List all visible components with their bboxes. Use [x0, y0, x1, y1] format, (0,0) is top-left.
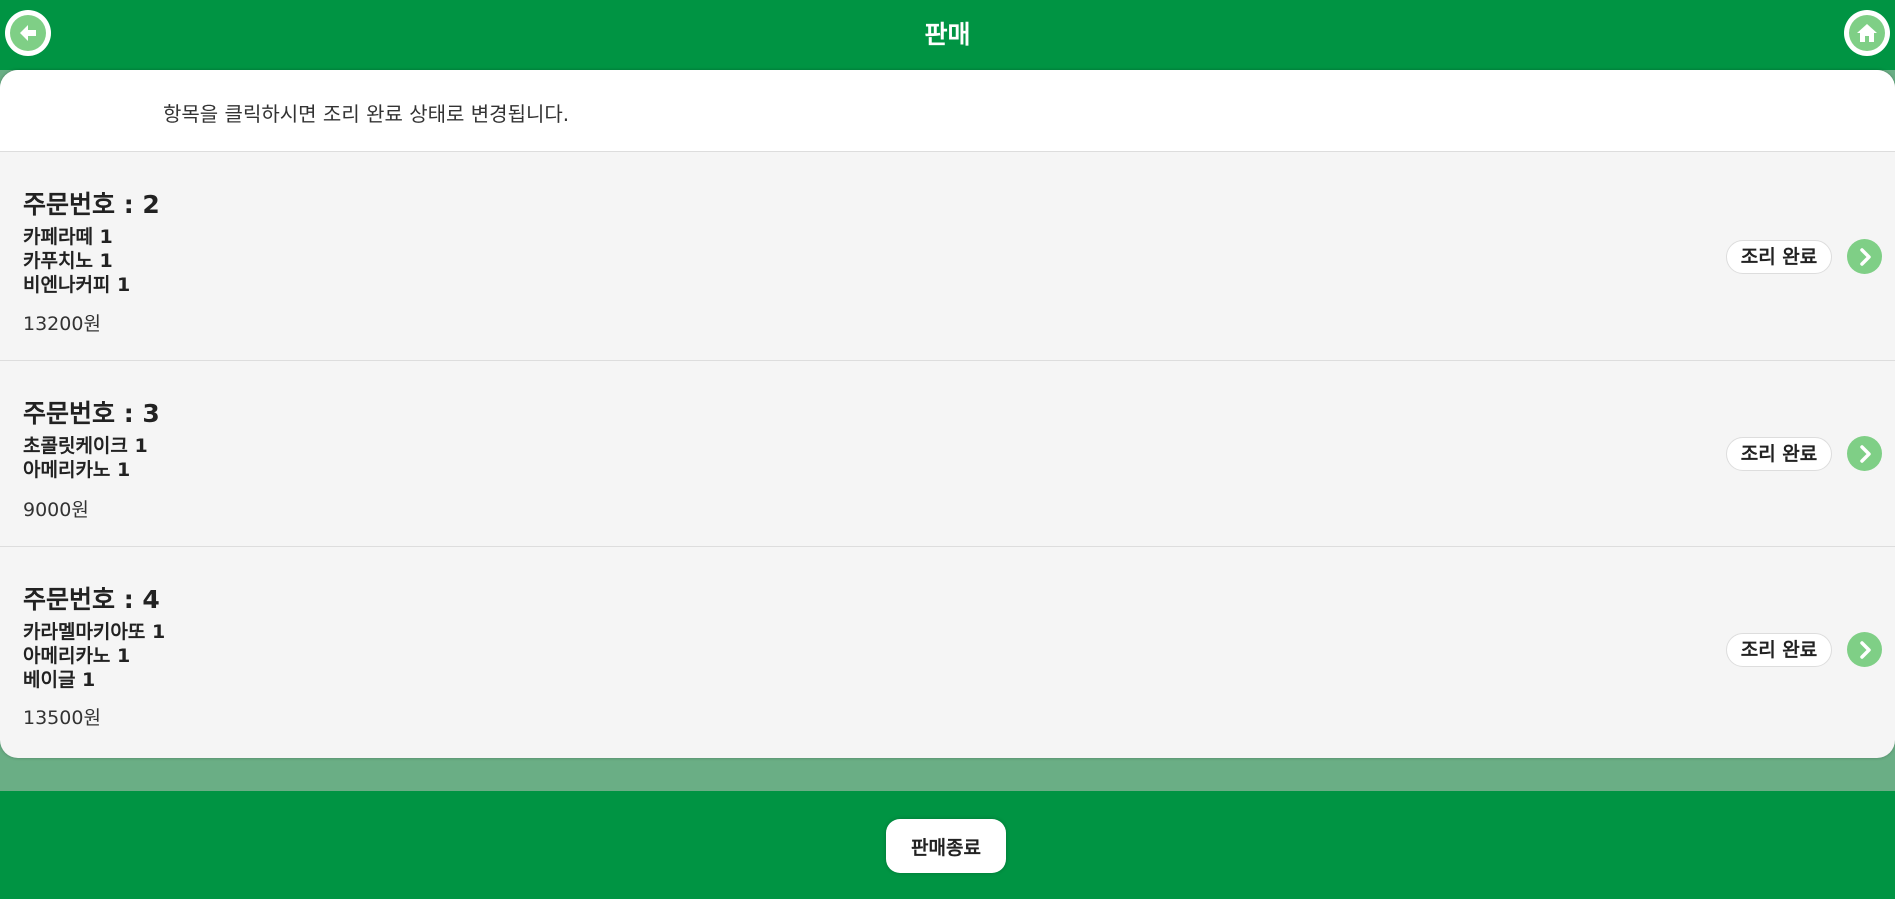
menu-item: 아메리카노 1	[23, 645, 131, 667]
order-panel: 항목을 클릭하시면 조리 완료 상태로 변경됩니다. 주문번호 : 2 카페라떼…	[0, 70, 1895, 758]
order-menu-list: 카페라떼 1 카푸치노 1 비엔나커피 1	[23, 225, 130, 297]
order-number: 주문번호 : 3	[23, 399, 160, 428]
status-badge: 조리 완료	[1726, 633, 1832, 667]
home-button[interactable]	[1844, 10, 1890, 56]
menu-item: 카푸치노 1	[23, 250, 113, 272]
menu-item: 초콜릿케이크 1	[23, 435, 148, 457]
page-title: 판매	[924, 20, 971, 49]
chevron-right-icon[interactable]	[1847, 632, 1882, 667]
order-price: 13500원	[23, 707, 101, 729]
order-menu-list: 초콜릿케이크 1 아메리카노 1	[23, 434, 148, 482]
order-item[interactable]: 주문번호 : 4 카라멜마키아또 1 아메리카노 1 베이글 1 13500원 …	[0, 547, 1895, 758]
menu-item: 아메리카노 1	[23, 459, 131, 481]
order-number: 주문번호 : 2	[23, 190, 160, 219]
chevron-right-icon[interactable]	[1847, 436, 1882, 471]
menu-item: 카라멜마키아또 1	[23, 621, 166, 643]
order-price: 9000원	[23, 499, 89, 521]
notice-bar: 항목을 클릭하시면 조리 완료 상태로 변경됩니다.	[0, 70, 1895, 152]
menu-item: 베이글 1	[23, 669, 96, 691]
footer-bar: 판매종료	[0, 791, 1895, 899]
notice-text: 항목을 클릭하시면 조리 완료 상태로 변경됩니다.	[163, 102, 570, 126]
status-badge: 조리 완료	[1726, 437, 1832, 471]
menu-item: 비엔나커피 1	[23, 274, 131, 296]
header-bar: 판매	[0, 0, 1895, 70]
chevron-right-icon[interactable]	[1847, 239, 1882, 274]
order-price: 13200원	[23, 313, 101, 335]
order-item[interactable]: 주문번호 : 2 카페라떼 1 카푸치노 1 비엔나커피 1 13200원 조리…	[0, 152, 1895, 361]
order-menu-list: 카라멜마키아또 1 아메리카노 1 베이글 1	[23, 620, 165, 692]
home-icon	[1849, 15, 1885, 51]
status-badge: 조리 완료	[1726, 240, 1832, 274]
order-number: 주문번호 : 4	[23, 585, 160, 614]
order-item[interactable]: 주문번호 : 3 초콜릿케이크 1 아메리카노 1 9000원 조리 완료	[0, 361, 1895, 547]
end-sales-button[interactable]: 판매종료	[886, 819, 1006, 873]
menu-item: 카페라떼 1	[23, 226, 113, 248]
